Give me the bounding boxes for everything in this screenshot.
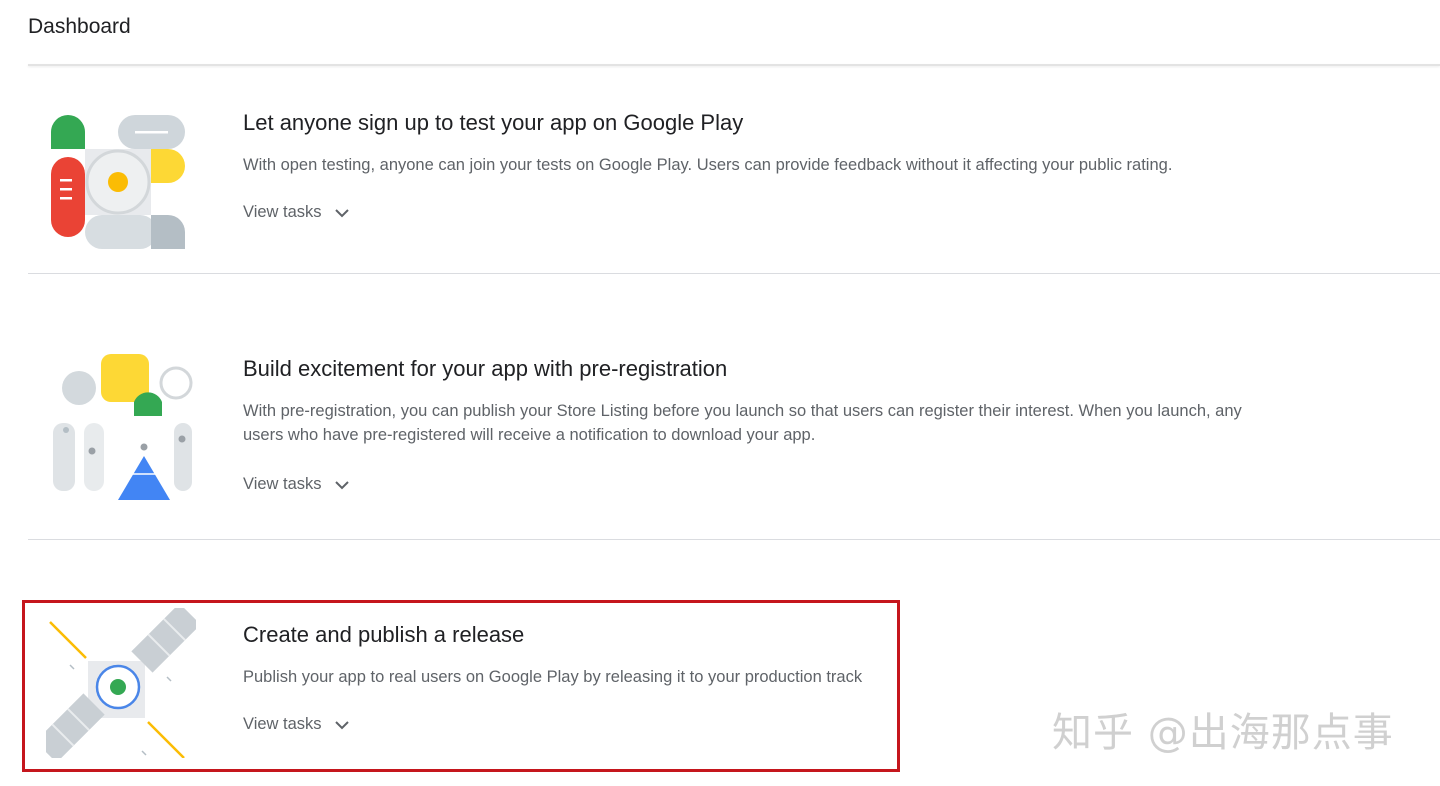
chevron-down-icon [334, 480, 349, 489]
open-testing-illustration [51, 115, 185, 249]
pre-registration-illustration [53, 354, 193, 500]
open-testing-text: Let anyone sign up to test your app on G… [243, 110, 1283, 222]
view-tasks-button[interactable]: View tasks [243, 475, 350, 494]
watermark: 知乎 @出海那点事 [1052, 710, 1394, 756]
card-divider [28, 273, 1440, 274]
card-title: Let anyone sign up to test your app on G… [243, 110, 744, 135]
card-title: Build excitement for your app with pre-r… [243, 356, 728, 381]
card-description: With open testing, anyone can join your … [243, 156, 1173, 174]
view-tasks-label: View tasks [243, 203, 322, 221]
chevron-down-icon [334, 208, 349, 217]
view-tasks-label: View tasks [243, 475, 322, 493]
card-divider [28, 539, 1440, 540]
card-description: With pre-registration, you can publish y… [243, 402, 1242, 444]
page-title: Dashboard [28, 15, 131, 38]
dashboard-page: Dashboard Let anyone sign up to test you… [0, 0, 1440, 786]
view-tasks-button[interactable]: View tasks [243, 203, 350, 222]
pre-registration-text: Build excitement for your app with pre-r… [243, 356, 1283, 494]
header-divider [28, 64, 1440, 66]
highlight-annotation-box [22, 600, 900, 772]
